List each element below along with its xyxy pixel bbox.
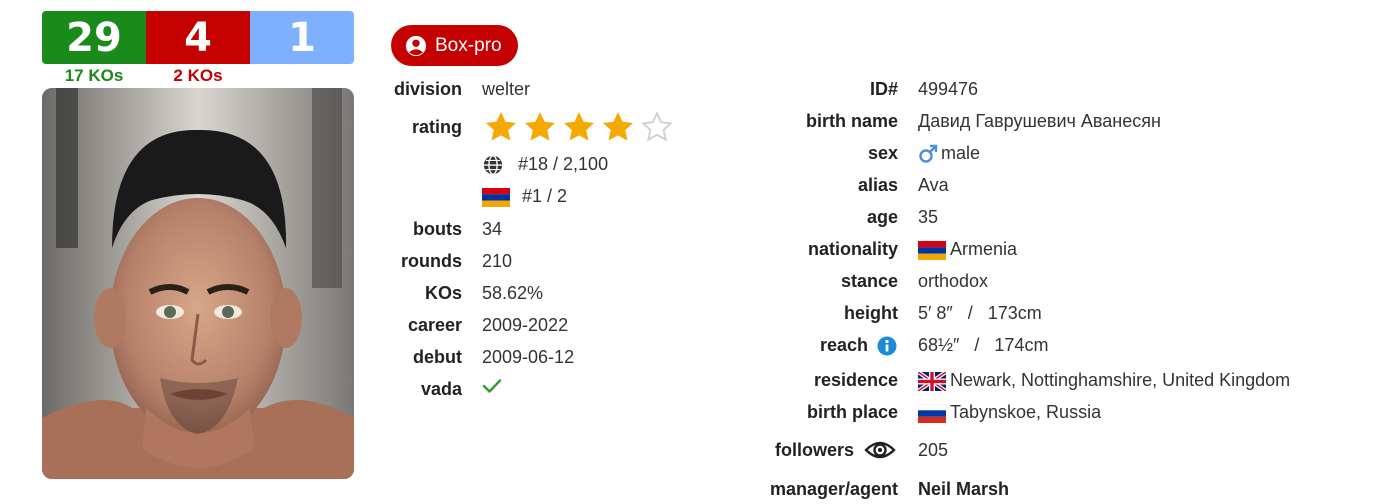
star-icon xyxy=(486,112,516,141)
birth-name-label: birth name xyxy=(805,111,898,131)
bouts-label: bouts xyxy=(413,219,462,239)
residence-label: residence xyxy=(813,370,898,390)
id-value: 499476 xyxy=(918,79,979,99)
kos-label: KOs xyxy=(424,283,462,303)
manager-value[interactable]: Neil Marsh xyxy=(918,479,1009,500)
boxer-photo xyxy=(42,88,354,479)
rounds-label: rounds xyxy=(401,251,462,271)
info-icon[interactable] xyxy=(877,336,897,356)
height-label: height xyxy=(844,303,898,323)
birth-place-value[interactable]: Tabynskoe, Russia xyxy=(950,402,1101,422)
user-circle-icon xyxy=(405,35,427,56)
sex-value: male xyxy=(941,143,981,163)
star-empty-icon xyxy=(641,111,673,142)
nationality-row: Armenia xyxy=(918,239,1017,260)
record-bar: 29 4 1 xyxy=(42,11,354,64)
national-rank[interactable]: #1 / 2 xyxy=(522,186,567,206)
reach-label: reach xyxy=(819,335,868,355)
sex-row: male xyxy=(918,143,980,164)
nationality-label: nationality xyxy=(807,239,898,259)
division-label: division xyxy=(393,79,462,99)
vada-label: vada xyxy=(420,379,462,399)
height-value: 5′ 8″ / 173cm xyxy=(918,303,1042,323)
win-kos: 17 KOs xyxy=(64,66,124,85)
star-icon xyxy=(564,112,594,141)
age-value: 35 xyxy=(918,207,939,227)
rating-label: rating xyxy=(411,117,462,137)
ko-row: 17 KOs 2 KOs xyxy=(42,66,354,86)
followers-value: 205 xyxy=(918,440,949,460)
career-label: career xyxy=(407,315,462,335)
age-label: age xyxy=(866,207,898,227)
loss-kos: 2 KOs xyxy=(173,66,223,85)
stance-label: stance xyxy=(840,271,898,291)
kos-value: 58.62% xyxy=(482,283,544,303)
world-rank[interactable]: #18 / 2,100 xyxy=(518,154,608,174)
national-rank-row: #1 / 2 xyxy=(482,186,567,207)
draws-count: 1 xyxy=(250,11,354,64)
rounds-value: 210 xyxy=(482,251,513,271)
reach-value: 68½″ / 174cm xyxy=(918,335,1049,355)
badge-label: Box-pro xyxy=(435,34,502,56)
residence-value[interactable]: Newark, Nottinghamshire, United Kingdom xyxy=(950,370,1290,390)
armenia-flag-icon xyxy=(918,240,946,260)
draw-kos-spacer xyxy=(250,66,354,86)
followers-label: followers xyxy=(774,440,854,460)
birth-name-value: Давид Гаврушевич Аванесян xyxy=(918,111,1161,131)
star-icon xyxy=(603,112,633,141)
eye-icon[interactable] xyxy=(864,437,896,463)
residence-row: Newark, Nottinghamshire, United Kingdom xyxy=(918,370,1290,391)
birth-place-row: Tabynskoe, Russia xyxy=(918,402,1101,423)
check-icon xyxy=(482,379,502,393)
debut-label: debut xyxy=(413,347,462,367)
sex-label: sex xyxy=(867,143,898,163)
star-icon xyxy=(525,112,555,141)
losses-count: 4 xyxy=(146,11,250,64)
division-value: welter xyxy=(482,79,531,99)
alias-label: alias xyxy=(857,175,898,195)
bouts-value: 34 xyxy=(482,219,503,239)
uk-flag-icon xyxy=(918,371,946,391)
stance-value: orthodox xyxy=(918,271,989,291)
birth-place-label: birth place xyxy=(806,402,898,422)
box-pro-badge[interactable]: Box-pro xyxy=(391,25,518,66)
armenia-flag-icon xyxy=(482,187,510,207)
debut-value[interactable]: 2009-06-12 xyxy=(482,347,574,368)
manager-label: manager/agent xyxy=(769,479,898,499)
globe-icon xyxy=(483,155,503,176)
career-value: 2009-2022 xyxy=(482,315,569,335)
id-label: ID# xyxy=(869,79,898,99)
wins-count: 29 xyxy=(42,11,146,64)
alias-value: Ava xyxy=(918,175,949,195)
russia-flag-icon xyxy=(918,403,946,423)
rating-stars xyxy=(482,109,676,145)
nationality-value[interactable]: Armenia xyxy=(950,239,1017,259)
world-rank-row: #18 / 2,100 xyxy=(482,154,608,176)
male-icon xyxy=(919,145,938,163)
